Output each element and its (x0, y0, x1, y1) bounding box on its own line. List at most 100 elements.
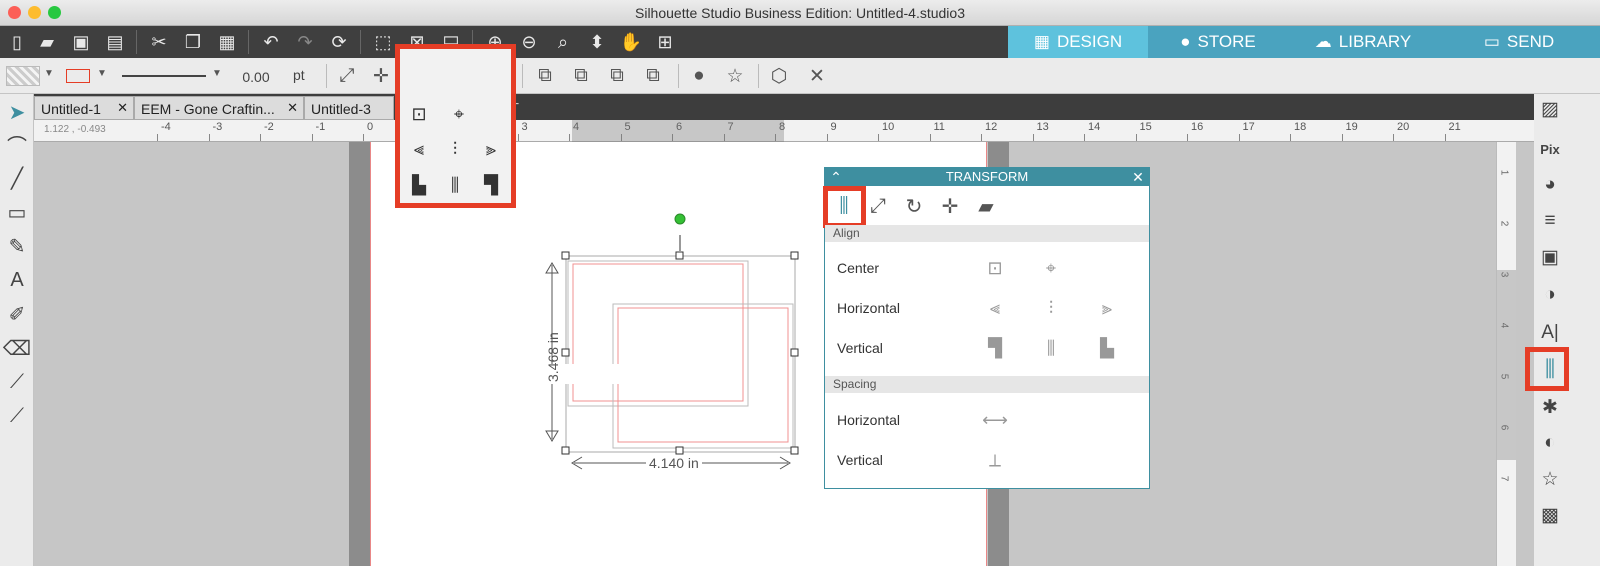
sketch-tool-icon[interactable]: ✐ (3, 300, 31, 328)
close-tab-icon[interactable]: ✕ (117, 100, 128, 116)
text-style-icon[interactable]: A| (1536, 318, 1564, 348)
ruler-tick (981, 134, 982, 141)
align-left-icon[interactable]: ⫷ (404, 135, 434, 163)
fill-swatch[interactable] (6, 66, 40, 86)
bring-forward-icon[interactable]: ⧉ (568, 63, 594, 89)
line-style-preview[interactable] (122, 75, 206, 77)
center-to-object-icon[interactable]: ⌖ (1037, 254, 1065, 282)
align-bottom-icon[interactable]: ▙ (404, 171, 434, 199)
center-align-icon[interactable]: ⌖ (444, 100, 474, 128)
close-tab-icon[interactable]: ✕ (287, 100, 298, 116)
rotate-handle[interactable] (674, 213, 686, 225)
weld-icon[interactable]: ● (686, 63, 712, 89)
ruler-tick (517, 134, 519, 141)
line-color-dropdown-arrow-icon[interactable]: ▼ (97, 68, 107, 79)
zoom-out-icon[interactable]: ⊖ (516, 29, 542, 55)
doc-tab-untitled-3[interactable]: Untitled-3 (304, 96, 394, 120)
space-horizontally-icon[interactable]: ⟷ (981, 406, 1009, 434)
scale-icon[interactable]: ⤢ (334, 63, 360, 89)
align-center-icon[interactable]: ⫶ (440, 135, 470, 163)
edit-points-icon[interactable]: ⌒ (3, 130, 31, 158)
space-vertically-icon[interactable]: ⟂ (981, 446, 1009, 474)
align-center-horizontal-icon[interactable]: ⫶ (1037, 294, 1065, 322)
line-color-swatch[interactable] (66, 69, 90, 83)
text-tool-icon[interactable]: A (3, 266, 31, 294)
align-middle-icon[interactable]: ⫼ (440, 171, 470, 199)
send-backward-icon[interactable]: ⧉ (604, 63, 630, 89)
line-width-input[interactable]: 0.00 (232, 67, 280, 87)
ruler-number: 12 (985, 121, 998, 133)
window-title: Silhouette Studio Business Edition: Unti… (635, 5, 965, 21)
doc-tab-eem[interactable]: EEM - Gone Craftin... ✕ (134, 96, 304, 120)
align-right-icon[interactable]: ⫸ (1093, 294, 1121, 322)
align-left-icon[interactable]: ⫷ (981, 294, 1009, 322)
shear-tab-icon[interactable]: ▰ (971, 190, 1001, 222)
rotate-tab-icon[interactable]: ↻ (899, 190, 929, 222)
close-panel-icon[interactable]: ✕ (1129, 168, 1147, 186)
replicate-icon[interactable]: ✱ (1536, 392, 1564, 422)
pixscan-icon[interactable]: Pix (1536, 134, 1564, 164)
collapse-panel-icon[interactable]: ⌃ (827, 168, 845, 186)
line-style-panel-icon[interactable]: ≡ (1536, 206, 1564, 236)
ruler-tick (311, 134, 313, 141)
redraw-icon[interactable]: ⟳ (326, 29, 352, 55)
pencil-tool-icon[interactable]: ✎ (3, 232, 31, 260)
open-folder-icon[interactable]: ▰ (34, 29, 60, 55)
knife-tool-icon[interactable]: ⟋ (3, 368, 31, 396)
align-top-icon[interactable]: ▜ (981, 334, 1009, 362)
undo-icon[interactable]: ↶ (258, 29, 284, 55)
move-tab-icon[interactable]: ✛ (935, 190, 965, 222)
align-middle-icon[interactable]: ⫼ (1037, 334, 1065, 362)
store-tab[interactable]: ● STORE (1148, 26, 1288, 58)
align-right-icon[interactable]: ⫸ (476, 135, 506, 163)
scale-tab-icon[interactable]: ⤢ (863, 190, 893, 222)
align-top-icon[interactable]: ▜ (476, 171, 506, 199)
3d-box-icon[interactable]: ⬡ (766, 63, 792, 89)
paste-icon[interactable]: ▦ (214, 29, 240, 55)
rectangle-tool-icon[interactable]: ▭ (3, 198, 31, 226)
design-tab[interactable]: ▦ DESIGN (1008, 26, 1148, 58)
select-tool-icon[interactable]: ➤ (3, 98, 31, 126)
library-tab[interactable]: ☁ LIBRARY (1288, 26, 1438, 58)
line-width-unit: pt (293, 67, 305, 83)
offset-icon[interactable]: ☆ (1536, 464, 1564, 494)
doc-tab-untitled-1[interactable]: Untitled-1 ✕ (34, 96, 134, 120)
move-icon[interactable]: ✛ (368, 63, 394, 89)
save-icon[interactable]: ▣ (68, 29, 94, 55)
copy-icon[interactable]: ❐ (180, 29, 206, 55)
bring-to-front-icon[interactable]: ⧉ (532, 63, 558, 89)
redo-icon[interactable]: ↷ (292, 29, 318, 55)
send-to-back-icon[interactable]: ⧉ (640, 63, 666, 89)
ruler-tick (826, 134, 828, 141)
line-tool-icon[interactable]: ╱ (3, 164, 31, 192)
align-bottom-icon[interactable]: ▙ (1093, 334, 1121, 362)
ruler-tick (569, 134, 570, 141)
select-all-icon[interactable]: ⬚ (370, 29, 396, 55)
fill-palette-icon[interactable]: ◕ (1536, 170, 1564, 200)
offset-star-icon[interactable]: ☆ (722, 63, 748, 89)
line-style-dropdown-arrow-icon[interactable]: ▼ (212, 68, 222, 79)
pan-hand-icon[interactable]: ✋ (618, 29, 644, 55)
trace-icon[interactable]: ▩ (1536, 500, 1564, 530)
fill-dropdown-arrow-icon[interactable]: ▼ (44, 68, 54, 79)
ruler-tick (1341, 134, 1343, 141)
fill-contrast-icon[interactable]: ◑ (1536, 280, 1564, 310)
selection-area[interactable] (540, 205, 820, 475)
top-ruler: 1.122 , -0.493 -4-3-2-101234567891011121… (34, 120, 1534, 142)
delete-icon[interactable]: ✕ (804, 63, 830, 89)
zoom-select-icon[interactable]: ⌕ (550, 29, 576, 55)
modify-icon[interactable]: ◐ (1536, 428, 1564, 458)
add-page-icon[interactable]: ⊞ (652, 29, 678, 55)
print-icon[interactable]: ▤ (102, 29, 128, 55)
trace-panel-icon[interactable]: ▣ (1536, 242, 1564, 272)
eraser-tool-icon[interactable]: ⌫ (3, 334, 31, 362)
send-tab[interactable]: ▭ SEND (1438, 26, 1600, 58)
center-on-page-icon[interactable]: ⊡ (404, 100, 434, 128)
ruler-tick (1238, 134, 1240, 141)
new-document-icon[interactable]: ▯ (4, 29, 30, 55)
page-setup-icon[interactable]: ▨ (1536, 94, 1564, 124)
cut-icon[interactable]: ✂ (146, 29, 172, 55)
eyedropper-tool-icon[interactable]: ⟋ (3, 402, 31, 430)
center-to-page-icon[interactable]: ⊡ (981, 254, 1009, 282)
fit-to-page-icon[interactable]: ⬍ (584, 29, 610, 55)
